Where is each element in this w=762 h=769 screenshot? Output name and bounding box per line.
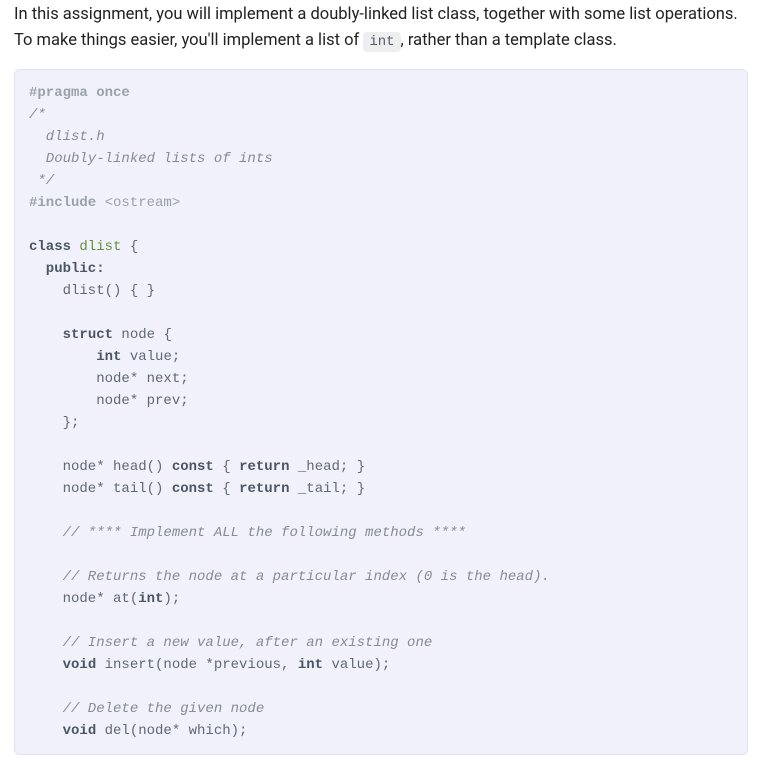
code-line: */ — [29, 173, 54, 189]
code-line: dlist.h — [29, 129, 105, 145]
code-token — [29, 723, 63, 739]
code-token: insert(node *previous, — [96, 657, 298, 673]
code-token: node { — [113, 327, 172, 343]
code-token: class — [29, 239, 71, 255]
code-line: }; — [29, 415, 79, 431]
code-block: #pragma once /* dlist.h Doubly-linked li… — [14, 69, 748, 755]
code-line: // Insert a new value, after an existing… — [29, 635, 432, 651]
code-token — [29, 349, 96, 365]
code-token: { — [214, 459, 239, 475]
code-token: const — [172, 459, 214, 475]
code-token: <ostream> — [96, 195, 180, 211]
code-line: node* prev; — [29, 393, 189, 409]
code-token: const — [172, 481, 214, 497]
code-line: Doubly-linked lists of ints — [29, 151, 273, 167]
code-token: void — [63, 657, 97, 673]
code-token: node* at( — [29, 591, 138, 607]
code-token — [29, 327, 63, 343]
inline-code-int: int — [363, 32, 400, 52]
code-line: // Returns the node at a particular inde… — [29, 569, 550, 585]
code-token: node* tail() — [29, 481, 172, 497]
code-pre: #pragma once /* dlist.h Doubly-linked li… — [29, 82, 733, 742]
code-token: _tail; } — [289, 481, 365, 497]
code-token: ); — [163, 591, 180, 607]
code-token: dlist — [71, 239, 121, 255]
code-token: return — [239, 459, 289, 475]
code-line: // **** Implement ALL the following meth… — [29, 525, 466, 541]
code-token: del(node* which); — [96, 723, 247, 739]
code-token: _head; } — [289, 459, 365, 475]
code-line: // Delete the given node — [29, 701, 264, 717]
intro-text-suffix: , rather than a template class. — [401, 31, 617, 50]
code-token: value); — [323, 657, 390, 673]
code-token — [29, 657, 63, 673]
code-token: { — [121, 239, 138, 255]
code-token: int — [138, 591, 163, 607]
code-line: #pragma once — [29, 85, 130, 101]
code-token: return — [239, 481, 289, 497]
code-token: node* head() — [29, 459, 172, 475]
code-line: /* — [29, 107, 46, 123]
code-token: struct — [63, 327, 113, 343]
code-line: public: — [29, 261, 105, 277]
code-token: void — [63, 723, 97, 739]
code-token: #include — [29, 195, 96, 211]
document-page: In this assignment, you will implement a… — [0, 2, 762, 769]
code-line: node* next; — [29, 371, 189, 387]
code-token: int — [96, 349, 121, 365]
code-token: value; — [121, 349, 180, 365]
code-token: int — [298, 657, 323, 673]
code-line: dlist() { } — [29, 283, 155, 299]
intro-paragraph: In this assignment, you will implement a… — [14, 2, 748, 53]
code-token: { — [214, 481, 239, 497]
